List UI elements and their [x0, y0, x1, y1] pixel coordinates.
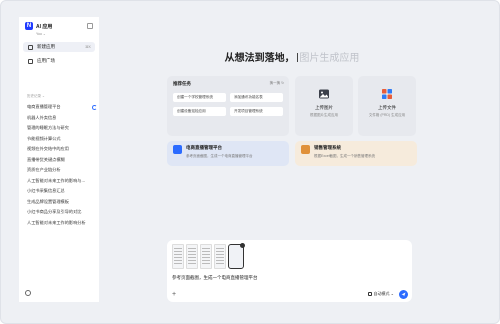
sidebar-item-new-app[interactable]: 新建应用 ⌘K — [23, 42, 95, 52]
task-chip[interactable]: 创建设备巡检应用 — [173, 107, 226, 116]
sidebar: N AI 应用 Yoo ⌄ 新建应用 ⌘K 应用广场 历史记录 ⌄ 电商直播管理… — [19, 17, 99, 302]
sales-icon — [301, 145, 310, 154]
history-header[interactable]: 历史记录 ⌄ — [27, 94, 45, 99]
send-button[interactable] — [399, 290, 408, 299]
attachment-thumbnail[interactable] — [200, 244, 212, 269]
upload-file-card[interactable]: 上传文件 文件格 (PRD) 生成应用 — [358, 76, 416, 136]
task-chip[interactable]: 开发项目管理系统 — [230, 107, 283, 116]
file-upload-icon — [382, 89, 392, 99]
settings-icon[interactable] — [25, 290, 31, 296]
composer: 参考页面截图，生成一个电商直播管理平台 + 自动模式 ⌄ — [167, 240, 412, 302]
upload-image-sub: 根据图片生成应用 — [310, 113, 338, 117]
history-item[interactable]: 人工智能对未来工作的影响分析 — [27, 218, 97, 229]
history-item[interactable]: 生成品牌设置管理模板 — [27, 197, 97, 208]
mode-select-label: 自动模式 ⌄ — [373, 291, 394, 296]
task-chip[interactable]: 创建一个学校管理系统 — [173, 93, 226, 102]
tasks-title: 推荐任务 — [173, 81, 191, 86]
shortcut-hint: ⌘K — [85, 45, 91, 49]
sidebar-item-app-plaza[interactable]: 应用广场 — [23, 56, 95, 66]
upload-file-label: 上传文件 — [378, 105, 396, 110]
user-menu[interactable]: Yoo ⌄ — [36, 32, 46, 36]
upload-image-label: 上传图片 — [315, 105, 333, 110]
add-attachment-button[interactable]: + — [172, 291, 176, 298]
mode-desc: 根据Excel截图，生成一个销售管理系统 — [314, 154, 376, 158]
attachment-thumbnail[interactable] — [214, 244, 226, 269]
mode-icon — [367, 292, 372, 296]
refresh-tasks-button[interactable]: 换一换 ↻ — [270, 81, 284, 86]
attachment-thumbnail[interactable] — [186, 244, 198, 269]
history-item[interactable]: 人工智能对未来工作的影响与... — [27, 176, 97, 187]
task-chip[interactable]: 添加通讯功能名表 — [230, 93, 283, 102]
brand: N AI 应用 — [25, 22, 52, 30]
main-panel: 从想法到落地， 图片生成应用 推荐任务 换一换 ↻ 创建一个学校管理系统 添加通讯… — [103, 17, 481, 302]
history-item[interactable]: 资质在产业链分析 — [27, 165, 97, 176]
send-icon — [401, 292, 406, 297]
brand-logo: N — [25, 22, 33, 30]
recommended-tasks-card: 推荐任务 换一换 ↻ 创建一个学校管理系统 添加通讯功能名表 创建设备巡检应用 … — [167, 76, 289, 136]
headline-strong: 从想法到落地， — [224, 53, 295, 64]
sidebar-item-label: 新建应用 — [37, 44, 55, 49]
attachment-thumbnails — [172, 243, 245, 269]
mode-card-sales[interactable]: 销售管理系统 根据Excel截图，生成一个销售管理系统 — [295, 141, 417, 166]
headline-typing: 图片生成应用 — [299, 53, 360, 64]
remove-attachment-icon[interactable] — [240, 243, 245, 248]
sidebar-collapse-icon[interactable] — [87, 23, 93, 29]
upload-image-card[interactable]: 上传图片 根据图片生成应用 — [295, 76, 353, 136]
attachment-thumbnail[interactable] — [172, 244, 184, 269]
app-plaza-icon — [28, 58, 33, 64]
history-item[interactable]: 节能视频计算公式 — [27, 134, 97, 145]
composer-input[interactable]: 参考页面截图，生成一个电商直播管理平台 — [172, 275, 258, 281]
history-item[interactable]: 管理的睡眠方法与研究 — [27, 123, 97, 134]
mode-desc: 参考页面截图，生成一个电商直播管理平台 — [186, 154, 253, 158]
image-upload-icon — [319, 89, 329, 99]
history-item[interactable]: 机器人外卖信息 — [27, 113, 97, 124]
loading-spinner-icon — [92, 104, 97, 110]
mode-card-live-commerce[interactable]: 电商直播管理平台 参考页面截图，生成一个电商直播管理平台 — [167, 141, 289, 166]
mode-title: 销售管理系统 — [314, 145, 341, 150]
sidebar-item-label: 应用广场 — [37, 58, 55, 63]
mode-title: 电商直播管理平台 — [186, 145, 222, 150]
history-item[interactable]: 直播带货关键点模糊 — [27, 155, 97, 166]
history-list: 电商直播管理平台 机器人外卖信息 管理的睡眠方法与研究 节能视频计算公式 视频在… — [27, 102, 97, 228]
app-window: N AI 应用 Yoo ⌄ 新建应用 ⌘K 应用广场 历史记录 ⌄ 电商直播管理… — [0, 0, 500, 324]
mode-select[interactable]: 自动模式 ⌄ — [367, 291, 394, 297]
text-caret — [296, 53, 298, 62]
history-item[interactable]: 小红书采集信息汇总 — [27, 186, 97, 197]
page-headline: 从想法到落地， 图片生成应用 — [103, 49, 481, 64]
attachment-thumbnail-selected[interactable] — [228, 243, 245, 269]
upload-file-sub: 文件格 (PRD) 生成应用 — [368, 113, 406, 117]
history-item[interactable]: 视频在外交结中的应用 — [27, 144, 97, 155]
app-title: AI 应用 — [36, 23, 53, 30]
new-app-icon — [28, 44, 33, 50]
history-item[interactable]: 小红书商品分享及引导的对比 — [27, 207, 97, 218]
live-commerce-icon — [173, 145, 182, 154]
history-item[interactable]: 电商直播管理平台 — [27, 102, 97, 113]
